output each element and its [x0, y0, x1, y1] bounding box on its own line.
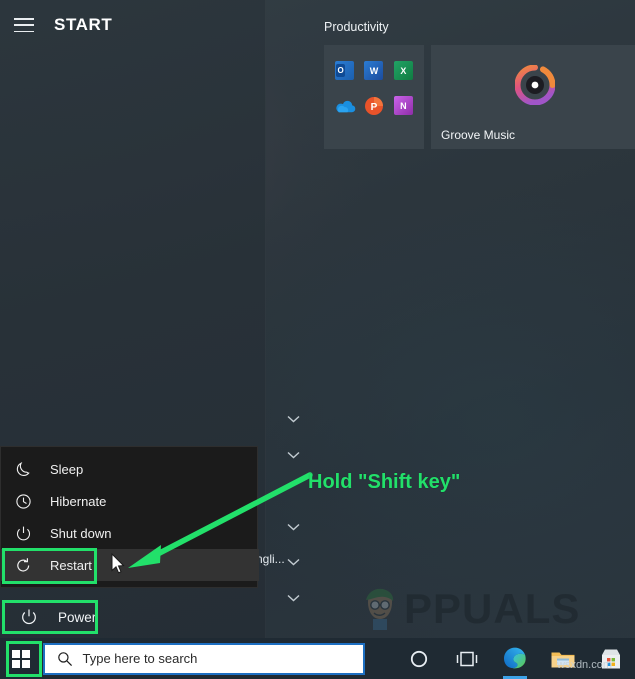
groove-music-tile-label: Groove Music — [441, 128, 516, 142]
microsoft-store-icon[interactable] — [587, 638, 635, 679]
restart-icon — [15, 557, 32, 574]
screen: START Productivity O W X P N Groove Musi… — [0, 0, 635, 679]
power-icon — [22, 609, 36, 625]
start-menu-header: START — [0, 0, 266, 50]
start-button[interactable] — [0, 638, 43, 679]
app-list-partial-label: ngli... — [256, 552, 285, 566]
start-menu: START Productivity O W X P N Groove Musi… — [0, 0, 635, 638]
chevron-down-icon[interactable] — [287, 523, 300, 531]
power-menu-item-shutdown[interactable]: Shut down — [1, 517, 257, 549]
taskbar: Type here to search — [0, 638, 635, 679]
search-icon — [57, 651, 72, 666]
cortana-icon[interactable] — [395, 638, 443, 679]
start-menu-tiles-area: Productivity O W X P N Groove Music — [266, 0, 635, 638]
excel-icon: X — [393, 61, 413, 80]
groove-music-icon — [515, 65, 555, 105]
onenote-icon: N — [393, 96, 413, 115]
hamburger-menu-icon[interactable] — [14, 18, 34, 32]
microsoft-edge-icon[interactable] — [491, 638, 539, 679]
search-input[interactable]: Type here to search — [42, 642, 365, 675]
clock-icon — [15, 493, 32, 510]
power-button[interactable]: Power — [8, 600, 130, 634]
groove-music-tile[interactable]: Groove Music — [431, 45, 635, 149]
windows-logo-icon — [12, 649, 31, 668]
mouse-cursor — [111, 553, 125, 574]
chevron-down-icon[interactable] — [287, 594, 300, 602]
chevron-down-icon[interactable] — [287, 415, 300, 423]
power-button-label: Power — [58, 609, 97, 625]
power-menu-item-sleep[interactable]: Sleep — [1, 453, 257, 485]
power-menu-item-label: Hibernate — [50, 493, 107, 509]
office-tile-group[interactable]: O W X P N — [324, 45, 424, 149]
word-icon: W — [364, 61, 384, 80]
power-menu-item-label: Sleep — [50, 461, 84, 477]
annotation-callout-text: Hold "Shift key" — [308, 471, 461, 493]
power-menu-item-label: Shut down — [50, 525, 112, 541]
power-menu-item-restart[interactable]: Restart — [1, 549, 259, 581]
power-menu-item-hibernate[interactable]: Hibernate — [1, 485, 257, 517]
task-view-icon[interactable] — [443, 638, 491, 679]
powerpoint-icon: P — [364, 96, 384, 116]
power-menu-item-label: Restart — [50, 557, 92, 573]
search-placeholder: Type here to search — [82, 651, 198, 666]
chevron-down-icon[interactable] — [287, 558, 300, 566]
power-options-flyout: Sleep Hibernate Shut down Restart — [0, 446, 259, 588]
chevron-down-icon[interactable] — [287, 451, 300, 459]
moon-icon — [15, 461, 32, 478]
outlook-icon: O — [335, 61, 355, 80]
svg-text:P: P — [371, 102, 378, 113]
file-explorer-icon[interactable] — [539, 638, 587, 679]
taskbar-icon-strip — [365, 638, 635, 679]
power-icon — [15, 525, 32, 542]
tile-group-label: Productivity — [324, 20, 389, 34]
groove-music-icon-wrapper — [431, 65, 635, 105]
start-menu-title: START — [54, 15, 113, 34]
onedrive-icon — [334, 98, 356, 114]
